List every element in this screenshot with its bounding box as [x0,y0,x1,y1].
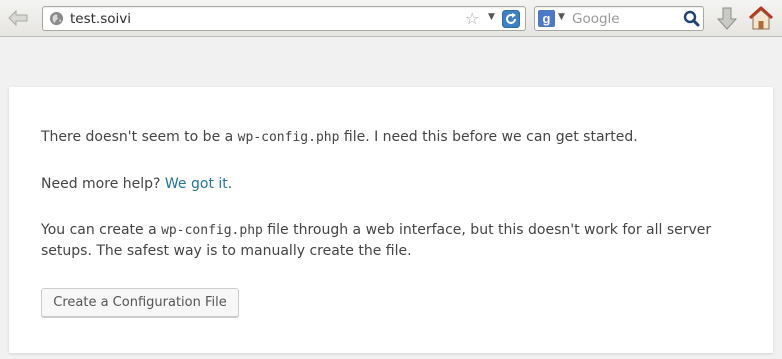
back-button[interactable] [6,7,30,29]
search-placeholder[interactable]: Google [572,11,620,27]
missing-config-message: There doesn't seem to be a wp-config.php… [41,127,741,148]
back-arrow-icon [8,9,28,27]
help-text-end: . [227,176,233,192]
p1-text-end: file. I need this before we can get star… [339,129,638,145]
address-bar[interactable]: test.soivi ☆ ▼ [42,6,526,31]
url-text[interactable]: test.soivi [70,11,131,27]
download-icon[interactable] [715,6,739,32]
help-link[interactable]: We got it [165,176,228,192]
search-bar[interactable]: g ▼ Google [534,6,704,31]
magnifier-icon[interactable] [683,10,700,27]
bookmark-star-icon[interactable]: ☆ [465,9,479,28]
help-text: Need more help? [41,176,165,192]
google-icon[interactable]: g [538,10,555,27]
reload-icon[interactable] [502,10,520,28]
home-icon[interactable] [747,5,775,31]
globe-icon [49,11,64,26]
create-config-button[interactable]: Create a Configuration File [41,288,239,317]
config-filename-2: wp-config.php [161,223,263,238]
url-dropdown-icon[interactable]: ▼ [488,12,495,22]
help-message: Need more help? We got it. [41,174,741,195]
browser-toolbar: test.soivi ☆ ▼ g ▼ Google [0,0,782,37]
search-engine-dropdown-icon[interactable]: ▼ [558,12,565,22]
p3-text: You can create a [41,222,162,238]
setup-config-card: There doesn't seem to be a wp-config.php… [9,87,773,353]
config-filename: wp-config.php [237,130,340,145]
instructions-message: You can create a wp-config.php file thro… [41,220,741,262]
p1-text: There doesn't seem to be a [41,129,238,145]
